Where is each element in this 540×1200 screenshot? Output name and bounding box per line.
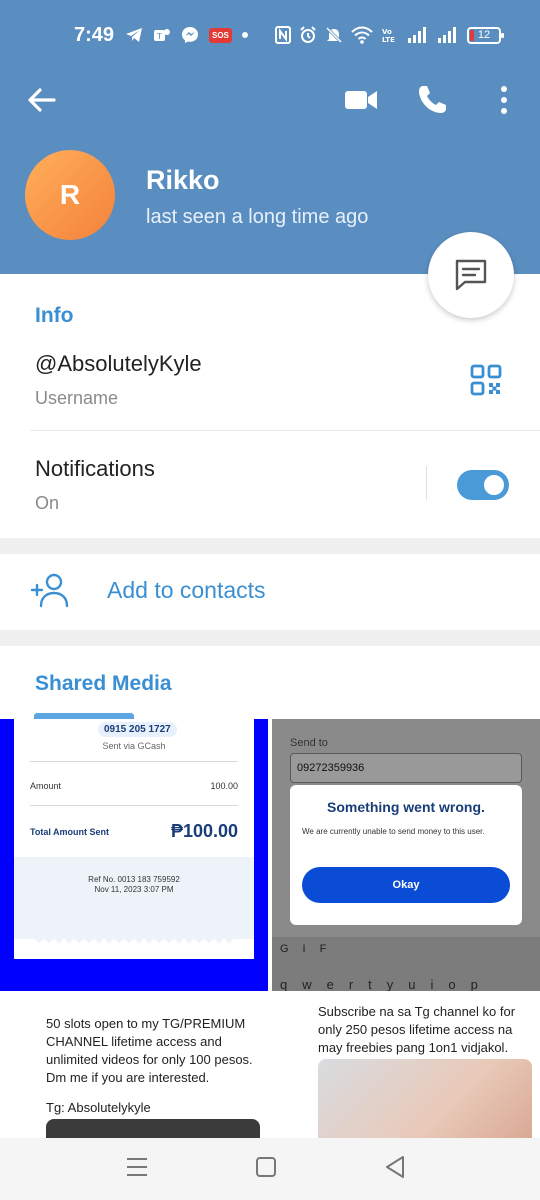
send-to-field: 09272359936	[290, 753, 522, 783]
system-nav-bar	[0, 1138, 540, 1200]
video-call-icon[interactable]	[344, 86, 378, 114]
svg-text:T: T	[156, 32, 162, 41]
receipt-total-label: Total Amount Sent	[30, 827, 109, 837]
post-2-photo	[318, 1059, 532, 1138]
qr-code-icon[interactable]	[470, 364, 502, 396]
toggle-knob	[482, 473, 506, 497]
receipt-divider	[30, 761, 238, 762]
messenger-icon	[182, 27, 198, 43]
notifications-label[interactable]: Notifications	[35, 456, 155, 482]
media-item-receipt[interactable]: 0915 205 1727 Sent via GCash Amount 100.…	[0, 719, 268, 991]
info-section-title: Info	[35, 304, 74, 327]
keyboard-toolbar: GIF	[280, 943, 341, 955]
receipt-date: Nov 11, 2023 3:07 PM	[94, 885, 174, 894]
receipt-phone: 0915 205 1727	[98, 722, 177, 737]
status-time: 7:49	[74, 24, 115, 46]
post-2-text: Subscribe na sa Tg channel ko for only 2…	[318, 1004, 516, 1055]
telegram-icon	[126, 28, 142, 42]
signal-2-icon	[438, 27, 456, 43]
receipt-via: Sent via GCash	[102, 741, 166, 751]
more-notifications-dot	[241, 32, 248, 38]
alarm-icon	[300, 26, 316, 43]
notifications-toggle[interactable]	[457, 470, 509, 500]
svg-text:LTE: LTE	[382, 36, 395, 44]
notifications-status: On	[35, 493, 60, 513]
receipt-amount-label: Amount	[30, 781, 62, 791]
avatar[interactable]: R	[25, 150, 115, 240]
section-gap	[0, 538, 540, 554]
notification-icons: T SOS	[125, 26, 248, 44]
receipt-footer: Ref No. 0013 183 759592 Nov 11, 2023 3:0…	[14, 857, 254, 939]
phone-call-icon[interactable]	[416, 84, 448, 116]
wifi-icon	[351, 26, 373, 44]
receipt-image: 0915 205 1727 Sent via GCash Amount 100.…	[14, 719, 254, 959]
volte-icon: VoLTE	[382, 28, 395, 44]
divider	[30, 430, 540, 431]
send-message-button[interactable]	[428, 232, 514, 318]
receipt-ref: Ref No. 0013 183 759592	[88, 875, 180, 884]
signal-1-icon	[408, 27, 426, 43]
last-seen-status: last seen a long time ago	[146, 206, 369, 228]
receipt-total-value: ₱100.00	[170, 821, 238, 841]
post-1-text: 50 slots open to my TG/PREMIUM CHANNEL l…	[46, 1016, 253, 1085]
keyboard-row: qwertyuiop	[280, 977, 493, 991]
keyboard-preview: GIF qwertyuiop	[272, 937, 540, 991]
recent-apps-icon[interactable]	[126, 1156, 148, 1178]
receipt-top: 0915 205 1727 Sent via GCash Amount 100.…	[14, 719, 254, 854]
error-dialog-title: Something went wrong.	[327, 799, 485, 815]
battery-indicator: 12	[467, 26, 504, 44]
sos-badge: SOS	[209, 27, 232, 43]
post-1-tg: Tg: Absolutelykyle	[46, 1100, 151, 1115]
send-to-label: Send to	[290, 737, 328, 749]
home-icon[interactable]	[256, 1157, 276, 1177]
username-label: Username	[35, 388, 119, 408]
error-dialog: Something went wrong. We are currently u…	[290, 785, 522, 925]
add-contact-icon[interactable]	[30, 572, 70, 608]
section-gap	[0, 630, 540, 646]
contact-name: Rikko	[146, 165, 220, 195]
error-dialog-body: We are currently unable to send money to…	[302, 827, 485, 836]
receipt-amount-value: 100.00	[210, 781, 238, 791]
receipt-torn-edge	[34, 935, 234, 944]
receipt-divider	[30, 805, 238, 806]
media-item-post-1[interactable]: 50 slots open to my TG/PREMIUM CHANNEL l…	[0, 993, 268, 1138]
system-icons: Vo LTE 12	[275, 26, 504, 44]
status-bar: 7:49 T SOS Vo LTE 12	[0, 22, 540, 52]
mute-icon	[325, 26, 343, 44]
message-icon	[455, 259, 487, 291]
toggle-divider	[426, 466, 427, 500]
nfc-icon	[275, 26, 291, 44]
nav-back-icon[interactable]	[384, 1155, 406, 1179]
username-value[interactable]: @AbsolutelyKyle	[35, 351, 202, 377]
teams-icon: T	[154, 29, 170, 41]
add-to-contacts-button[interactable]: Add to contacts	[107, 577, 266, 604]
more-options-icon[interactable]	[492, 84, 516, 116]
avatar-initial: R	[59, 179, 81, 210]
svg-text:Vo: Vo	[382, 28, 392, 36]
send-to-number: 09272359936	[297, 762, 365, 774]
error-dialog-okay-button: Okay	[302, 867, 510, 903]
post-1-photo	[46, 1119, 260, 1138]
tab-shared-media[interactable]: Shared Media	[35, 672, 172, 696]
back-arrow-icon[interactable]	[26, 84, 58, 116]
media-item-post-2[interactable]: Subscribe na sa Tg channel ko for only 2…	[272, 993, 540, 1138]
media-item-error-screenshot[interactable]: Send to 09272359936 Something went wrong…	[272, 719, 540, 991]
